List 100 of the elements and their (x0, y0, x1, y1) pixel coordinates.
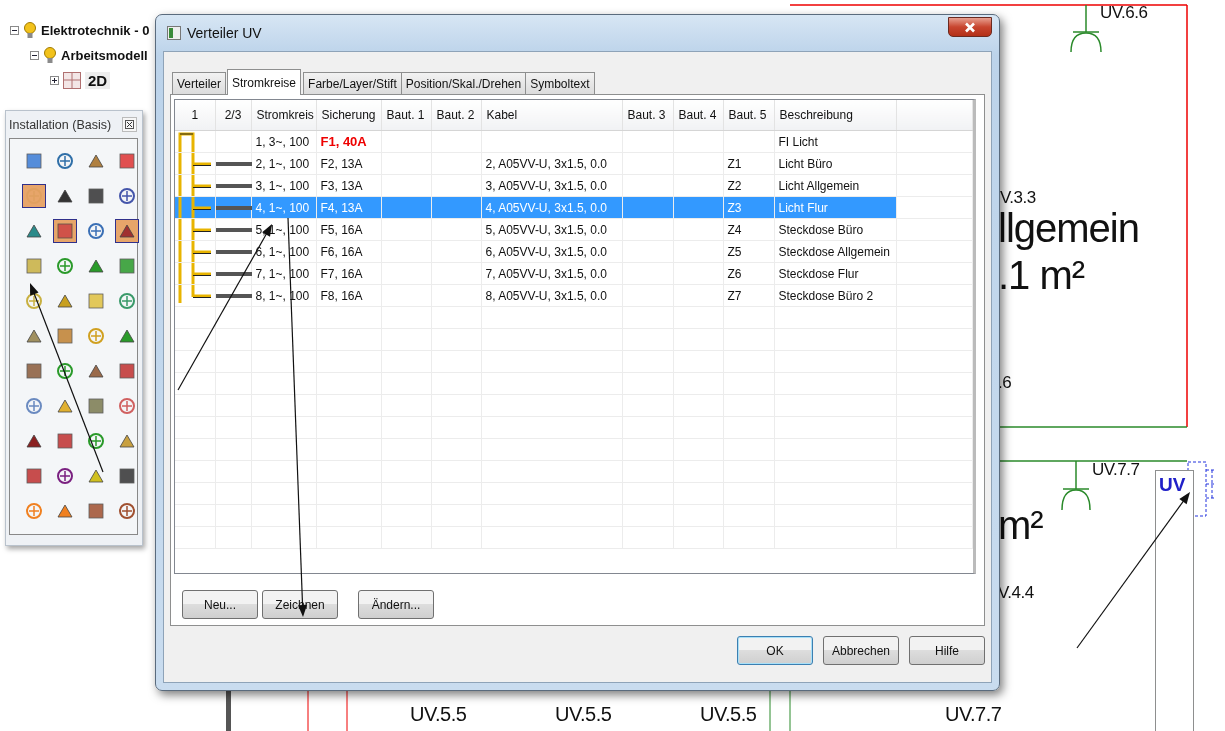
cable-line-drawing (215, 271, 252, 276)
tab[interactable]: Stromkreise (227, 69, 302, 95)
table-cell: Z6 (727, 266, 742, 281)
table-cell: 6, 1~, 100 (255, 244, 310, 259)
symbol-icon (25, 467, 43, 485)
symbol-icon (56, 362, 74, 380)
symbol-icon (118, 432, 136, 450)
table-cell: F8, 16A (320, 288, 363, 303)
table-cell: 4, 1~, 100 (255, 200, 310, 215)
dialog-button[interactable]: OK (737, 636, 813, 665)
symbol-icon (56, 222, 74, 240)
symbol-icon (56, 292, 74, 310)
column-header[interactable]: Sicherung (316, 100, 381, 131)
action-button[interactable]: Neu... (182, 590, 258, 619)
drawing-label: UV.5.5 (555, 704, 612, 724)
symbol-icon (25, 432, 43, 450)
drawing-label: UV.6.6 (1100, 4, 1148, 21)
collapse-icon[interactable] (10, 26, 19, 35)
table-cell: 1, 3~, 100 (255, 134, 310, 149)
drawing-label: m² (998, 505, 1043, 545)
column-header[interactable]: Beschreibung (774, 100, 896, 131)
table-row[interactable]: 6, 1~, 100 F6, 16A 6, A05VV-U, 3x1.5, 0.0 Z5 Steckdose Allgemein (175, 240, 973, 263)
symbol-icon (87, 187, 105, 205)
column-header[interactable]: Baut. 5 (723, 100, 774, 131)
table-row[interactable]: 2, 1~, 100 F2, 13A 2, A05VV-U, 3x1.5, 0.0 Z1 Licht Büro (175, 152, 973, 175)
column-header[interactable]: Baut. 4 (673, 100, 723, 131)
dialog-button[interactable]: Hilfe (909, 636, 985, 665)
table-cell: Z1 (727, 156, 742, 171)
tree-item-label[interactable]: Elektrotechnik - 0 (41, 23, 150, 38)
table-cell: F1, 40A (320, 134, 367, 149)
column-header[interactable]: Stromkreis (251, 100, 316, 131)
symbol-icon (87, 292, 105, 310)
symbol-icon (118, 397, 136, 415)
drawing-label: UV.5.5 (700, 704, 757, 724)
table-cell: 4, A05VV-U, 3x1.5, 0.0 (485, 200, 607, 215)
table-cell: 6, A05VV-U, 3x1.5, 0.0 (485, 244, 607, 259)
table-cell: FI Licht (778, 134, 818, 149)
wall-line (346, 689, 348, 731)
symbol-icon (87, 362, 105, 380)
table-cell: F5, 16A (320, 222, 363, 237)
close-button[interactable] (122, 117, 137, 132)
light-bulb-icon (23, 21, 37, 40)
table-cell: Steckdose Büro 2 (778, 288, 874, 303)
symbol-icon (118, 467, 136, 485)
drawing-label: .1 m² (998, 255, 1085, 295)
table-cell: Z7 (727, 288, 742, 303)
cable-line-drawing (215, 183, 252, 188)
symbol-icon (56, 397, 74, 415)
close-button[interactable] (948, 17, 992, 37)
column-header[interactable]: 1 (175, 100, 215, 131)
symbol-icon (56, 152, 74, 170)
column-header[interactable]: Kabel (481, 100, 622, 131)
drawing-label: UV (1155, 470, 1195, 731)
floor-plan-icon (63, 72, 81, 89)
table-cell: 2, 1~, 100 (255, 156, 310, 171)
symbol-icon (25, 292, 43, 310)
table-cell: 5, A05VV-U, 3x1.5, 0.0 (485, 222, 607, 237)
table-cell: Licht Allgemein (778, 178, 860, 193)
column-header[interactable]: Baut. 1 (381, 100, 431, 131)
symbol-icon (87, 397, 105, 415)
table-row[interactable]: 1, 3~, 100 F1, 40A FI Licht (175, 130, 973, 153)
tab[interactable]: Position/Skal./Drehen (400, 72, 527, 94)
symbol-icon (87, 432, 105, 450)
cable-line-drawing (215, 249, 252, 254)
light-bulb-icon (43, 46, 57, 65)
symbol-icon (118, 152, 136, 170)
table-cell: 7, A05VV-U, 3x1.5, 0.0 (485, 266, 607, 281)
column-header[interactable]: Baut. 3 (622, 100, 673, 131)
table-cell: Z3 (727, 200, 742, 215)
symbol-icon (25, 397, 43, 415)
tree-item-label[interactable]: Arbeitsmodell (61, 48, 148, 63)
symbol-icon (118, 292, 136, 310)
expand-icon[interactable] (50, 76, 59, 85)
cable-line-drawing (215, 161, 252, 166)
drawing-label: UV.5.5 (410, 704, 467, 724)
collapse-icon[interactable] (30, 51, 39, 60)
symbol-icon (56, 467, 74, 485)
close-icon (964, 21, 976, 33)
cable-line-drawing (215, 293, 252, 298)
table-cell: Z2 (727, 178, 742, 193)
tab[interactable]: Verteiler (172, 72, 227, 94)
symbol-icon (87, 152, 105, 170)
symbol-icon (118, 222, 136, 240)
table-cell: Steckdose Büro (778, 222, 864, 237)
symbol-icon (87, 502, 105, 520)
symbol-icon (87, 467, 105, 485)
dialog-button[interactable]: Abbrechen (823, 636, 899, 665)
distribution-board-symbol (1187, 461, 1217, 517)
tab[interactable]: Farbe/Layer/Stift (303, 72, 402, 94)
table-cell: F3, 13A (320, 178, 363, 193)
column-header[interactable]: Baut. 2 (431, 100, 481, 131)
column-header[interactable]: 2/3 (215, 100, 251, 131)
tab[interactable]: Symboltext (525, 72, 595, 94)
table-cell: Licht Flur (778, 200, 828, 215)
table-cell: 3, A05VV-U, 3x1.5, 0.0 (485, 178, 607, 193)
action-button[interactable]: Ändern... (358, 590, 434, 619)
tree-item-label[interactable]: 2D (85, 72, 111, 89)
table-cell: F7, 16A (320, 266, 363, 281)
symbol-icon (25, 152, 43, 170)
symbol-icon (56, 187, 74, 205)
